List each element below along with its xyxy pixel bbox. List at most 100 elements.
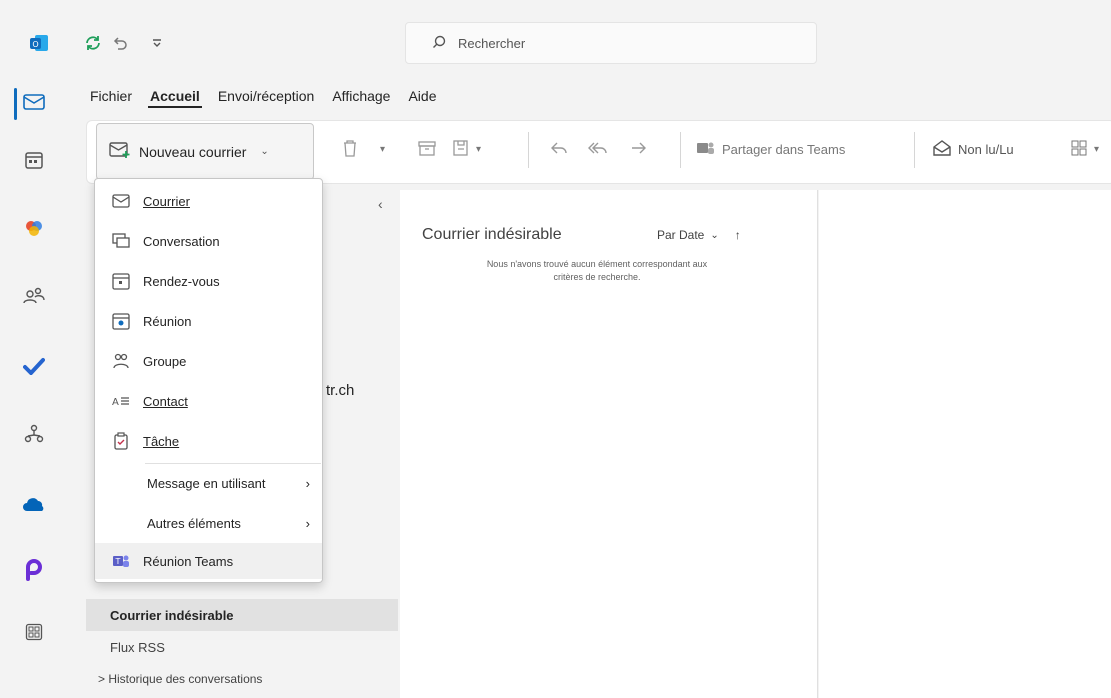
archive-icon bbox=[418, 140, 436, 159]
chevron-down-icon: ⌄ bbox=[710, 229, 719, 241]
sort-control[interactable]: Par Date ⌄ ↑ bbox=[657, 228, 741, 242]
ribbon-divider bbox=[914, 132, 915, 168]
tab-affichage[interactable]: Affichage bbox=[330, 86, 392, 108]
collapse-pane-icon[interactable]: ‹ bbox=[378, 196, 383, 212]
view-layout-button[interactable]: ▾ bbox=[1070, 135, 1099, 163]
svg-text:A: A bbox=[112, 397, 119, 408]
menu-item-task[interactable]: Tâche bbox=[95, 423, 322, 459]
empty-message-line: Nous n'avons trouvé aucun élément corres… bbox=[486, 259, 708, 269]
ribbon-divider bbox=[680, 132, 681, 168]
menu-item-label: Réunion Teams bbox=[143, 553, 234, 569]
chevron-right-icon: › bbox=[305, 475, 310, 491]
share-teams-button[interactable]: Partager dans Teams bbox=[696, 135, 845, 163]
conversation-icon bbox=[111, 231, 131, 251]
archive-button[interactable] bbox=[418, 135, 436, 163]
teams-icon: T bbox=[111, 551, 131, 571]
menu-item-label: Tâche bbox=[143, 433, 180, 449]
menu-item-label: Rendez-vous bbox=[143, 273, 220, 289]
move-icon bbox=[452, 139, 470, 160]
reply-icon bbox=[550, 140, 568, 159]
menu-item-appointment[interactable]: Rendez-vous bbox=[95, 263, 322, 299]
menu-item-group[interactable]: Groupe bbox=[95, 343, 322, 379]
todo-app-icon[interactable] bbox=[14, 346, 54, 386]
reply-button[interactable] bbox=[550, 135, 568, 163]
account-name[interactable]: tr.ch bbox=[326, 382, 354, 399]
envelope-open-icon bbox=[932, 139, 952, 160]
mail-app-icon[interactable] bbox=[14, 82, 54, 122]
menu-item-other-items[interactable]: Autres éléments › bbox=[95, 505, 322, 541]
message-list-title: Courrier indésirable bbox=[422, 226, 562, 243]
menu-item-contact[interactable]: A Contact bbox=[95, 383, 322, 419]
chevron-down-icon: ▾ bbox=[380, 143, 386, 155]
delete-icon bbox=[342, 139, 358, 160]
calendar-app-icon[interactable] bbox=[14, 140, 54, 180]
grid-icon bbox=[1070, 139, 1088, 160]
contact-icon: A bbox=[111, 391, 131, 411]
tab-envoi-reception[interactable]: Envoi/réception bbox=[216, 86, 317, 108]
folder-conversation-history[interactable]: > Historique des conversations bbox=[86, 663, 398, 695]
move-button[interactable]: ▾ bbox=[452, 135, 481, 163]
teams-icon bbox=[696, 140, 716, 159]
svg-text:O: O bbox=[32, 40, 38, 49]
menu-item-label: Courrier bbox=[143, 193, 190, 209]
org-explorer-icon[interactable] bbox=[14, 414, 54, 454]
forward-button[interactable] bbox=[630, 135, 648, 163]
folder-junk[interactable]: Courrier indésirable bbox=[86, 599, 398, 631]
delete-button[interactable]: ▾ bbox=[342, 135, 385, 163]
more-apps-icon[interactable] bbox=[14, 612, 54, 652]
new-mail-button[interactable]: Nouveau courrier ⌄ bbox=[96, 123, 314, 180]
tab-accueil[interactable]: Accueil bbox=[148, 86, 202, 108]
meeting-icon bbox=[111, 311, 131, 331]
forward-icon bbox=[630, 140, 648, 159]
ribbon-divider bbox=[528, 132, 529, 168]
menu-item-mail[interactable]: Courrier bbox=[95, 183, 322, 219]
chevron-down-icon: ▾ bbox=[476, 143, 482, 155]
search-box[interactable]: Rechercher bbox=[405, 22, 817, 64]
sort-label: Par Date bbox=[657, 228, 705, 242]
new-mail-label: Nouveau courrier bbox=[139, 143, 247, 160]
chevron-down-icon: ⌄ bbox=[260, 146, 269, 157]
reply-all-icon bbox=[588, 140, 608, 159]
mail-icon bbox=[111, 191, 131, 211]
menu-item-teams-meeting[interactable]: T Réunion Teams bbox=[95, 543, 322, 579]
title-bar: O Rechercher bbox=[0, 0, 1111, 80]
reply-all-button[interactable] bbox=[588, 135, 608, 163]
sync-icon[interactable] bbox=[82, 32, 104, 54]
share-teams-label: Partager dans Teams bbox=[722, 141, 846, 157]
svg-text:T: T bbox=[115, 557, 121, 566]
menu-item-label: Message en utilisant bbox=[147, 475, 266, 491]
loop-app-icon[interactable] bbox=[14, 550, 54, 590]
menu-divider bbox=[145, 463, 321, 464]
menu-item-label: Contact bbox=[143, 393, 188, 409]
menu-item-meeting[interactable]: Réunion bbox=[95, 303, 322, 339]
tab-fichier[interactable]: Fichier bbox=[88, 86, 134, 108]
new-item-dropdown: Courrier Conversation Rendez-vous Réunio… bbox=[94, 178, 323, 583]
new-mail-icon bbox=[109, 141, 131, 162]
read-unread-button[interactable]: Non lu/Lu bbox=[932, 135, 1014, 163]
menu-item-label: Groupe bbox=[143, 353, 187, 369]
menu-item-conversation[interactable]: Conversation bbox=[95, 223, 322, 259]
copilot-icon[interactable] bbox=[14, 208, 54, 248]
people-app-icon[interactable] bbox=[14, 276, 54, 316]
folder-rss[interactable]: Flux RSS bbox=[86, 631, 398, 663]
menu-item-label: Autres éléments bbox=[147, 515, 241, 531]
menu-item-label: Conversation bbox=[143, 233, 220, 249]
reading-pane bbox=[819, 190, 1111, 698]
group-icon bbox=[111, 351, 131, 371]
outlook-logo-icon: O bbox=[28, 32, 50, 54]
chevron-right-icon: › bbox=[305, 515, 310, 531]
menu-item-message-using[interactable]: Message en utilisant › bbox=[95, 465, 322, 501]
search-icon bbox=[432, 35, 446, 52]
menu-item-label: Réunion bbox=[143, 313, 192, 329]
sort-direction-icon[interactable]: ↑ bbox=[735, 228, 741, 242]
undo-icon[interactable] bbox=[108, 32, 130, 54]
read-unread-label: Non lu/Lu bbox=[958, 141, 1014, 157]
empty-message: Nous n'avons trouvé aucun élément corres… bbox=[410, 258, 784, 284]
tab-aide[interactable]: Aide bbox=[406, 86, 438, 108]
onedrive-icon[interactable] bbox=[14, 484, 54, 524]
task-icon bbox=[111, 431, 131, 451]
chevron-down-icon: ▾ bbox=[1094, 143, 1100, 155]
empty-message-line: critères de recherche. bbox=[553, 272, 641, 282]
customize-toolbar-icon[interactable] bbox=[146, 32, 168, 54]
search-placeholder: Rechercher bbox=[458, 35, 526, 51]
